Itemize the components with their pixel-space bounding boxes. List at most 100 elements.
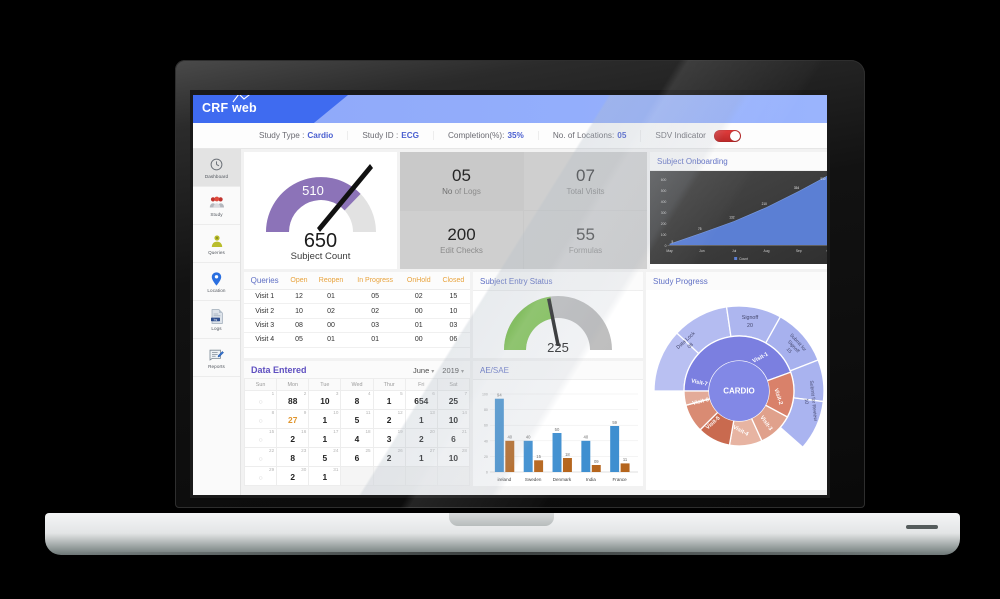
queries-col-in-progress[interactable]: In Progress (349, 272, 401, 290)
kpi-edit-checks-value: 200 (447, 225, 476, 244)
ae-sae-category: France (613, 477, 628, 482)
svg-text:59: 59 (612, 420, 617, 425)
chevron-down-icon: ▾ (431, 368, 435, 375)
svg-text:Jul: Jul (732, 249, 736, 253)
calendar-weekday: Wed (340, 378, 374, 391)
calendar-title: Data Entered (251, 365, 307, 375)
calendar-cell[interactable]: 16 2 (276, 428, 310, 448)
calendar-cell-selected[interactable]: 9 27 (276, 409, 310, 429)
calendar-cell[interactable]: 6 654 (404, 390, 438, 410)
sidebar-item-location[interactable]: Location (193, 263, 240, 301)
sidebar-item-logs[interactable]: log Logs (193, 301, 240, 339)
calendar-month-select[interactable]: June ▾ (413, 366, 434, 375)
subject-count-caption: Subject Count (290, 250, 351, 262)
calendar-weekday-row: Sun Mon Tue Wed Thur Fri Sat (244, 378, 470, 391)
calendar-cell[interactable]: 1 ○ (244, 390, 278, 410)
sidebar-item-queries[interactable]: Queries (193, 225, 240, 263)
svg-text:80: 80 (484, 408, 488, 412)
sidebar-item-study[interactable]: Study (193, 187, 240, 225)
calendar-cell[interactable]: 28 10 (436, 447, 470, 467)
svg-text:600: 600 (661, 178, 667, 182)
table-row[interactable]: Visit 3 08 00 03 01 03 (244, 318, 470, 334)
calendar-week-row: 15 ○ 16 2 17 1 18 4 19 3 20 2 21 6 (244, 428, 470, 448)
svg-text:0: 0 (665, 244, 667, 248)
calendar-cell[interactable]: 13 1 (404, 409, 438, 429)
calendar-cell[interactable]: 21 6 (436, 428, 470, 448)
sidebar-item-dashboard[interactable]: Dashboard (193, 149, 240, 187)
table-row[interactable]: Visit 1 12 01 05 02 15 (244, 289, 470, 305)
sunburst-center-label: CARDIO (723, 387, 755, 396)
svg-text:40: 40 (584, 435, 589, 440)
kpi-total-visits-label: Total Visits (566, 187, 605, 196)
queries-col-open[interactable]: Open (285, 272, 313, 290)
calendar-cell[interactable]: 2 88 (276, 390, 310, 410)
laptop-screen: CRF web Study Type : Cardio Study ID : E… (193, 95, 827, 495)
calendar-cell[interactable]: 48 (340, 390, 374, 410)
calendar-cell[interactable]: 19 3 (372, 428, 406, 448)
calendar-cell[interactable]: 8 ○ (244, 409, 278, 429)
calendar-cell[interactable]: 24 5 (308, 447, 342, 467)
calendar-cell[interactable]: 7 25 (436, 390, 470, 410)
calendar-cell-empty (372, 466, 406, 486)
queries-card: Queries Open Reopen In Progress OnHold C… (244, 272, 470, 358)
person-badge-icon (210, 233, 224, 249)
calendar-cell[interactable]: 22 ○ (244, 447, 278, 467)
calendar-year-select[interactable]: 2019 ▾ (442, 366, 464, 375)
subject-onboarding-title: Subject Onboarding (650, 152, 827, 171)
calendar-cell[interactable]: 15 ○ (244, 428, 278, 448)
ae-sae-category: Denmark (553, 477, 572, 482)
svg-text:300: 300 (661, 211, 667, 215)
queries-col-closed[interactable]: Closed (436, 272, 470, 290)
calendar-cell[interactable]: 31 1 (308, 466, 342, 486)
svg-text:log: log (213, 317, 217, 321)
calendar-cell[interactable]: 10 1 (308, 409, 342, 429)
calendar-week-row: 1 ○ 2 88 3 10 48 51 6 654 7 25 (244, 390, 470, 410)
info-completion-label: Completion(%): (448, 131, 505, 140)
calendar-cell[interactable]: 29 ○ (244, 466, 278, 486)
calendar-cell[interactable]: 23 8 (276, 447, 310, 467)
calendar-cell-empty (340, 466, 374, 486)
subject-count-gauge: 510 (265, 163, 376, 232)
study-progress-title: Study Progress (646, 272, 827, 291)
subject-count-gauge-card: 510 650 Subject Count (244, 152, 397, 269)
table-row[interactable]: Visit 4 05 01 01 00 06 (244, 332, 470, 348)
calendar-cell[interactable]: 26 2 (372, 447, 406, 467)
calendar-cell[interactable]: 25 6 (340, 447, 374, 467)
info-completion: Completion(%): 35% (433, 131, 538, 140)
laptop-base-notch (449, 513, 554, 526)
queries-col-reopen[interactable]: Reopen (312, 272, 350, 290)
calendar-cell[interactable]: 14 10 (436, 409, 470, 429)
queries-col-onhold[interactable]: OnHold (400, 272, 437, 290)
queries-row-label: Visit 4 (244, 332, 286, 348)
kpi-no-of-logs-label: No of Logs (442, 187, 481, 196)
sunburst-outer-label: Signoff (742, 315, 759, 321)
app-header: CRF web (193, 95, 827, 123)
svg-text:40: 40 (526, 435, 531, 440)
sdv-indicator[interactable]: SDV Indicator (640, 129, 755, 142)
calendar-cell[interactable]: 18 4 (340, 428, 374, 448)
queries-cell: 00 (400, 303, 437, 319)
queries-header-row: Queries Open Reopen In Progress OnHold C… (244, 272, 470, 290)
calendar-year-value: 2019 (442, 365, 459, 375)
calendar-cell[interactable]: 20 2 (404, 428, 438, 448)
calendar-cell[interactable]: 30 2 (276, 466, 310, 486)
calendar-cell[interactable]: 11 5 (340, 409, 374, 429)
sidebar: Dashboard Study Queries Location log Log… (193, 149, 241, 495)
calendar-cell[interactable]: 27 1 (404, 447, 438, 467)
kpi-formulas: 55 Formulas (524, 211, 647, 269)
table-row[interactable]: Visit 2 10 02 02 00 10 (244, 303, 470, 319)
sidebar-item-reports[interactable]: Reports (193, 339, 240, 377)
svg-text:510: 510 (820, 177, 825, 181)
calendar-cell[interactable]: 12 2 (372, 409, 406, 429)
main-content: 510 650 Subject Count 05 No of Logs 07 T… (241, 149, 827, 495)
info-completion-value: 35% (507, 131, 524, 140)
sdv-indicator-label: SDV Indicator (655, 131, 706, 140)
svg-text:50: 50 (555, 427, 560, 432)
queries-row-label: Visit 2 (244, 303, 286, 319)
calendar-cell[interactable]: 3 10 (308, 390, 342, 410)
queries-row-label: Visit 1 (244, 289, 286, 305)
sdv-toggle[interactable] (713, 129, 741, 142)
calendar-cell[interactable]: 17 1 (308, 428, 342, 448)
file-document-icon: log (210, 309, 224, 325)
calendar-cell[interactable]: 51 (372, 390, 406, 410)
